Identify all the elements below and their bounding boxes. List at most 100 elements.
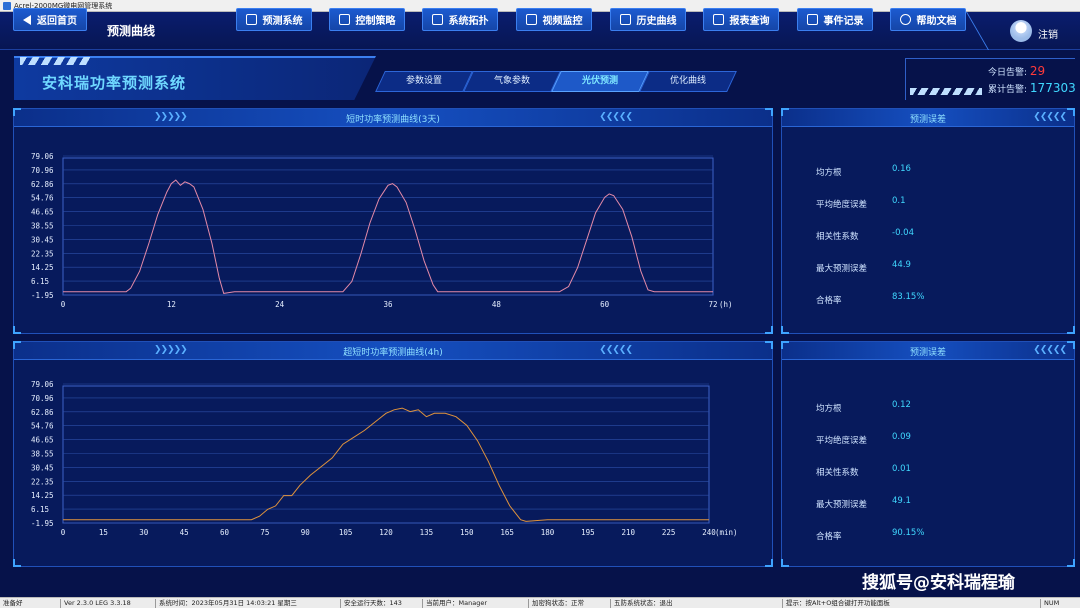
stat-value-pass-rate: 90.15% [892,528,925,538]
panel-corner [781,108,789,116]
nav-history-curve-button[interactable]: 历史曲线 [610,8,686,31]
search-icon [712,14,724,25]
tab-parameter-settings[interactable]: 参数设置 [375,71,473,92]
y-tick-label: 22.35 [31,249,54,258]
stat-label-max-error: 最大预测误差 [816,264,868,274]
stat-value-correlation: 0.01 [892,464,911,474]
stat-label-max-error: 最大预测误差 [816,500,868,510]
back-arrow-icon [23,14,31,25]
x-tick-label: 60 [220,528,230,537]
nav-forecast-system-button[interactable]: 预测系统 [236,8,312,31]
tab-pv-forecast[interactable]: 光伏预测 [551,71,649,92]
chart-icon [619,14,631,25]
nav-video-monitor-button[interactable]: 视频监控 [516,8,592,31]
panel-corner [1067,108,1075,116]
status-bar: 准备好 Ver 2.3.0 LEG 3.3.18 系统时间：2023年05月31… [0,597,1080,608]
stat-value-max-error: 49.1 [892,496,911,506]
x-tick-label: 15 [99,528,108,537]
x-tick-label: 45 [180,528,189,537]
document-icon [806,14,818,25]
nav-event-log-button[interactable]: 事件记录 [797,8,873,31]
stat-label-mae: 平均绝度误差 [816,200,868,210]
stat-label-pass-rate: 合格率 [816,296,842,306]
y-tick-label: 6.15 [31,277,49,286]
status-hint: 提示：按Alt+O组合键打开功能面板 [782,599,890,608]
help-icon [899,14,911,25]
status-dog: 加密狗状态：正常 [528,599,584,608]
back-home-button[interactable]: 返回首页 [13,8,87,31]
stat-label-rmse: 均方根 [816,168,842,178]
alarm-today-value: 29 [1029,64,1046,78]
y-tick-label: 79.06 [31,380,54,389]
stat-value-max-error: 44.9 [892,260,911,270]
tab-optimization-curve[interactable]: 优化曲线 [639,71,737,92]
status-ready: 准备好 [3,599,23,607]
stat-value-rmse: 0.12 [892,400,911,410]
panel-corner [1067,559,1075,567]
y-tick-label: 54.76 [31,422,54,431]
stat-label-rmse: 均方根 [816,404,842,414]
strategy-icon [338,14,350,25]
panel-header: 预测误差 ❮❮❮❮❮ [782,342,1074,360]
stat-value-mae: 0.09 [892,432,911,442]
short-term-error-title: 预测误差 [909,115,946,125]
x-tick-label: 24 [275,300,285,309]
stat-label-pass-rate: 合格率 [816,532,842,542]
stat-value-pass-rate: 83.15% [892,292,925,302]
alarm-total-value: 177303 [1029,81,1076,95]
y-tick-label: 46.65 [31,436,54,445]
stat-value-mae: 0.1 [892,196,906,206]
avatar[interactable] [1010,20,1032,42]
user-area: 注销 [966,12,1080,50]
y-tick-label: 38.55 [31,222,54,231]
status-system-time: 系统时间：2023年05月31日 14:03:21 星期三 [155,599,297,608]
chevron-left-icon: ❮❮❮❮❮ [1033,112,1067,122]
panel-header: 预测误差 ❮❮❮❮❮ [782,109,1074,127]
short-term-chart: 79.06 70.96 62.86 54.76 46.65 38.55 30.45 22.35… [31,152,733,309]
x-tick-label: 12 [167,300,176,309]
alarm-today: 今日告警: 29 [988,64,1046,78]
x-tick-label: 195 [581,528,595,537]
nav-control-strategy-button[interactable]: 控制策略 [329,8,405,31]
alarm-stripes [910,88,982,95]
y-tick-label: 38.55 [31,450,54,459]
ultra-short-chart: 79.06 70.96 62.86 54.76 46.65 38.55 30.45 22.35… [31,380,738,537]
panel-corner [781,559,789,567]
x-tick-label: 210 [621,528,635,537]
x-tick-label: 0 [61,528,66,537]
panel-corner [1067,341,1075,349]
chevron-left-icon: ❮❮❮❮❮ [1033,345,1067,355]
x-tick-label: 150 [460,528,474,537]
y-tick-label: 30.45 [31,463,54,472]
y-tick-label: -1.95 [31,291,54,300]
nav-report-query-button[interactable]: 报表查询 [703,8,779,31]
banner-stripes [20,57,90,65]
panel-corner [781,326,789,334]
series-line [63,179,713,294]
y-tick-label: 14.25 [31,263,54,272]
stat-value-correlation: -0.04 [892,228,914,238]
status-safe-days: 安全运行天数：143 [340,599,402,608]
stat-label-correlation: 相关性系数 [816,232,859,242]
alarm-total: 累计告警: 177303 [988,81,1076,95]
video-camera-icon [525,14,537,25]
plot-frame [62,157,714,296]
x-unit-label: (h) [719,300,733,309]
tab-weather-parameters[interactable]: 气象参数 [463,71,561,92]
stat-label-correlation: 相关性系数 [816,468,859,478]
logout-button[interactable]: 注销 [1038,26,1058,41]
app-icon [3,2,11,10]
ultra-short-error-panel: 预测误差 ❮❮❮❮❮ 均方根 0.12 平均绝度误差 0.09 相关性系数 0.… [781,341,1075,567]
nav-topology-button[interactable]: 系统拓扑 [422,8,498,31]
short-term-error-panel: 预测误差 ❮❮❮❮❮ 均方根 0.16 平均绝度误差 0.1 相关性系数 -0.… [781,108,1075,334]
y-tick-label: 62.86 [31,408,54,417]
y-tick-label: 79.06 [31,152,54,161]
panel-corner [1067,326,1075,334]
ultra-short-chart-panel: ❯❯❯❯❯ 超短时功率预测曲线(4h) ❮❮❮❮❮ 79.06 70.96 62.8… [13,341,773,567]
forecast-icon [245,14,257,25]
ultra-short-error-title: 预测误差 [909,348,946,358]
y-tick-label: 6.15 [31,505,49,514]
y-tick-label: 54.76 [31,194,54,203]
nav-help-button[interactable]: 帮助文档 [890,8,966,31]
x-tick-label: 225 [662,528,676,537]
